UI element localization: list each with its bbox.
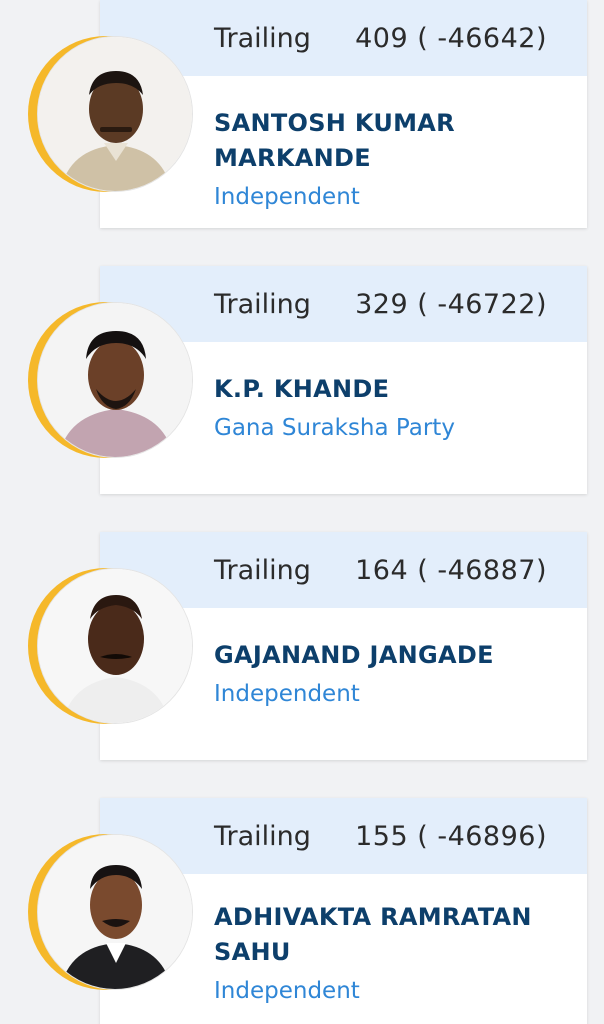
candidate-name: GAJANAND JANGADE (214, 641, 494, 669)
person-photo-icon (38, 569, 192, 723)
result-status: Trailing (214, 288, 311, 320)
vote-count: 329 ( -46722) (355, 288, 547, 320)
person-photo-icon (38, 835, 192, 989)
party-name[interactable]: Gana Suraksha Party (214, 415, 567, 441)
result-status: Trailing (214, 22, 311, 54)
candidate-avatar (28, 302, 196, 470)
candidate-avatar (28, 568, 196, 736)
person-photo-icon (38, 37, 192, 191)
candidate-name: K.P. KHANDE (214, 375, 390, 403)
party-name[interactable]: Independent (214, 978, 567, 1004)
candidate-name: ADHIVAKTA RAMRATAN SAHU (214, 903, 532, 966)
vote-count: 155 ( -46896) (355, 820, 547, 852)
result-status: Trailing (214, 820, 311, 852)
vote-count: 409 ( -46642) (355, 22, 547, 54)
party-name[interactable]: Independent (214, 681, 567, 707)
candidate-name: SANTOSH KUMAR MARKANDE (214, 109, 455, 172)
candidate-avatar (28, 36, 196, 204)
party-name[interactable]: Independent (214, 184, 567, 210)
candidate-list: Trailing 409 ( -46642) SANTOSH KUMAR MAR… (0, 0, 604, 1024)
person-photo-icon (38, 303, 192, 457)
vote-count: 164 ( -46887) (355, 554, 547, 586)
result-status: Trailing (214, 554, 311, 586)
candidate-avatar (28, 834, 196, 1002)
